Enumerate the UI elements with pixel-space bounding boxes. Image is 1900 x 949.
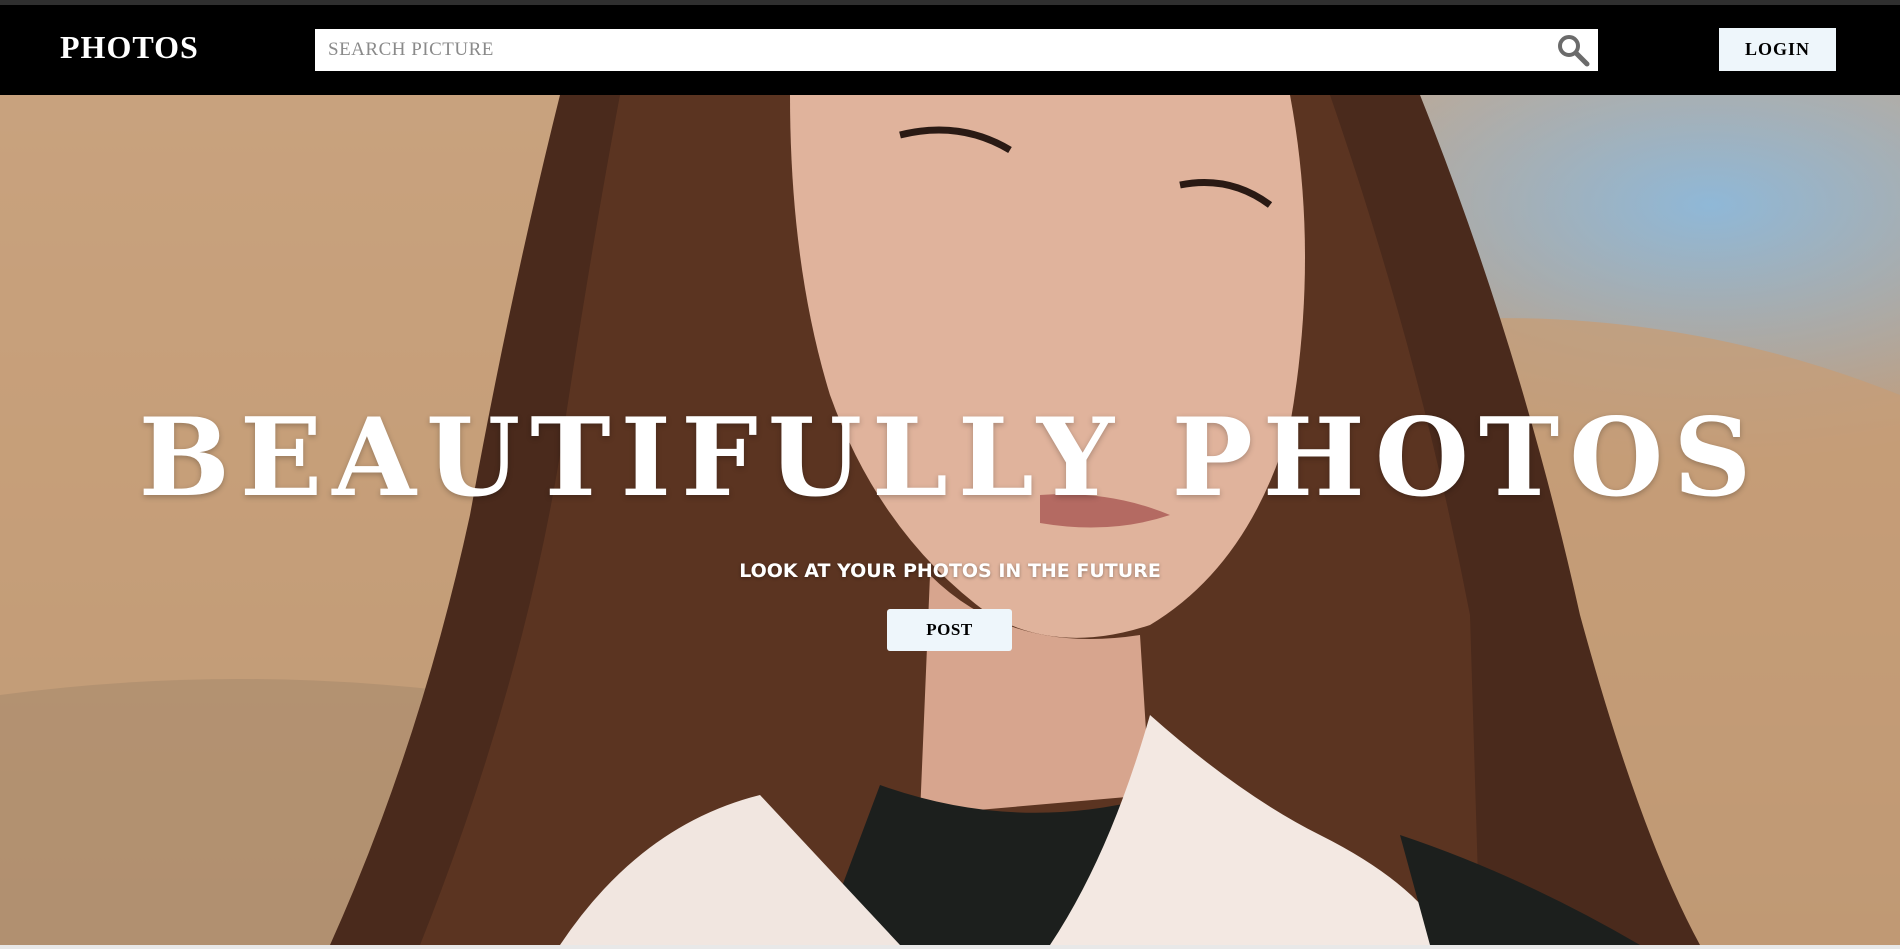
search-bar [315,29,1598,71]
brand-logo[interactable]: PHOTOS [60,29,199,66]
post-button[interactable]: POST [887,609,1012,651]
page-bottom-border [0,945,1900,949]
login-button[interactable]: LOGIN [1719,28,1836,71]
search-input[interactable] [315,29,1545,71]
hero-section: BEAUTIFULLY PHOTOS LOOK AT YOUR PHOTOS I… [0,95,1900,945]
navbar: PHOTOS LOGIN [0,5,1900,95]
hero-subtitle: LOOK AT YOUR PHOTOS IN THE FUTURE [739,560,1161,582]
search-icon[interactable] [1556,33,1590,67]
hero-title: BEAUTIFULLY PHOTOS [138,395,1762,521]
